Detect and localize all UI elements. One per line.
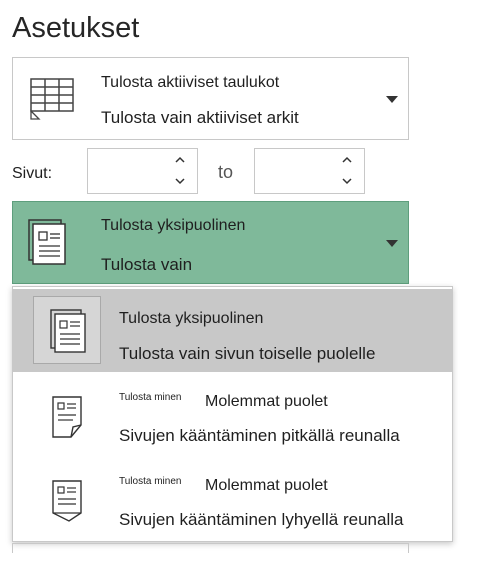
print-sides-description: Tulosta vain — [101, 255, 193, 274]
menu-item-small-label: Tulosta minen — [119, 392, 182, 403]
section-title: Asetukset — [12, 12, 140, 44]
menu-item-title: Molemmat puolet — [205, 477, 328, 494]
chevron-down-icon — [386, 96, 398, 103]
spin-up-icon[interactable] — [340, 155, 354, 165]
pages-label: Sivut: — [12, 165, 53, 182]
flip-long-edge-icon — [33, 383, 101, 451]
spin-down-icon[interactable] — [340, 176, 354, 186]
menu-item-both-sides-long-edge[interactable]: Tulosta minen Molemmat puolet Sivujen kä… — [13, 379, 452, 459]
menu-item-description: Sivujen kääntäminen lyhyellä reunalla — [119, 510, 404, 529]
spin-down-icon[interactable] — [173, 176, 187, 186]
single-page-icon — [33, 296, 101, 364]
flip-short-edge-icon — [33, 467, 101, 535]
pages-to-input[interactable] — [254, 148, 365, 194]
pages-from-input[interactable] — [87, 148, 198, 194]
next-dropdown-edge — [12, 543, 409, 553]
chevron-down-icon — [386, 240, 398, 247]
print-sheets-description: Tulosta vain aktiiviset arkit — [101, 108, 299, 127]
to-label: to — [218, 162, 234, 182]
print-sides-title: Tulosta yksipuolinen — [101, 217, 246, 234]
single-page-icon — [27, 218, 67, 271]
print-sides-dropdown[interactable]: Tulosta yksipuolinen Tulosta vain — [12, 201, 409, 284]
menu-item-one-sided[interactable]: Tulosta yksipuolinen Tulosta vain sivun … — [13, 289, 452, 372]
menu-item-both-sides-short-edge[interactable]: Tulosta minen Molemmat puolet Sivujen kä… — [13, 463, 452, 543]
print-sides-menu: Tulosta yksipuolinen Tulosta vain sivun … — [12, 286, 453, 542]
menu-item-title: Tulosta yksipuolinen — [119, 310, 264, 327]
print-sheets-title: Tulosta aktiiviset taulukot — [101, 74, 280, 91]
menu-item-title: Molemmat puolet — [205, 393, 328, 410]
menu-item-description: Sivujen kääntäminen pitkällä reunalla — [119, 426, 400, 445]
menu-item-description: Tulosta vain sivun toiselle puolelle — [119, 344, 376, 363]
menu-item-small-label: Tulosta minen — [119, 476, 182, 487]
print-sheets-dropdown[interactable]: Tulosta aktiiviset taulukot Tulosta vain… — [12, 57, 409, 140]
spin-up-icon[interactable] — [173, 155, 187, 165]
table-grid-icon — [27, 76, 77, 127]
